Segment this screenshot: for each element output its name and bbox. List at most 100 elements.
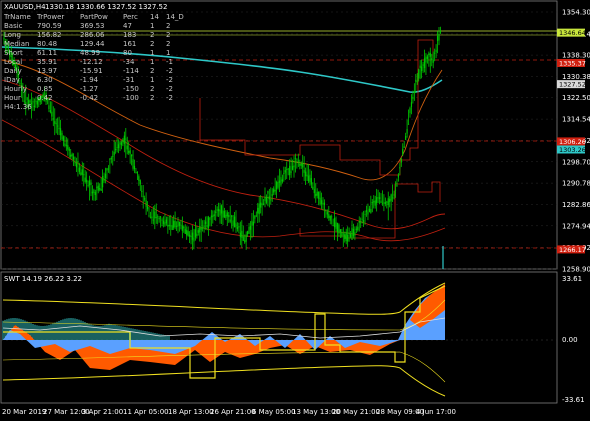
candle-body — [283, 172, 285, 174]
price-axis[interactable]: 1354.301346.141338.301330.381322.501314.… — [557, 9, 590, 274]
candle-body — [409, 107, 411, 114]
candle-body — [289, 165, 291, 176]
candle-body — [68, 148, 70, 151]
candle-body — [377, 197, 379, 199]
candle-body — [184, 228, 186, 234]
table-cell: 1 — [150, 76, 154, 84]
table-header: 14 — [150, 13, 159, 21]
candle-body — [202, 227, 204, 229]
price-tick-label: 1298.70 — [562, 158, 590, 166]
candle-body — [193, 237, 195, 242]
candle-body — [80, 172, 82, 175]
candle-body — [190, 235, 192, 238]
candle-body — [344, 234, 346, 239]
candle-body — [245, 234, 247, 242]
table-cell: 161 — [123, 40, 136, 48]
candle-body — [64, 143, 66, 146]
table-header: PartPow — [80, 13, 108, 21]
candle-body — [389, 198, 391, 202]
time-label: 18 Apr 13:00 — [168, 408, 214, 416]
candle-body — [260, 202, 262, 208]
candle-body — [142, 195, 144, 197]
candle-body — [223, 210, 225, 218]
candle-body — [84, 177, 86, 182]
candle-body — [219, 209, 221, 216]
candle-body — [83, 174, 85, 176]
table-cell: -2 — [166, 85, 173, 93]
candle-body — [174, 220, 176, 228]
table-header: TrPower — [36, 13, 64, 21]
candle-body — [133, 165, 136, 170]
candle-body — [162, 220, 165, 224]
table-cell: Long — [4, 31, 21, 39]
candle-body — [145, 200, 147, 207]
candle-body — [222, 210, 224, 218]
candle-body — [128, 150, 130, 153]
table-footer: H4:1.36 — [4, 103, 32, 111]
candle-body — [228, 215, 230, 218]
candle-body — [239, 232, 241, 238]
candle-body — [354, 232, 356, 236]
candle-body — [297, 160, 299, 162]
candle-body — [405, 136, 407, 140]
table-cell: 790.59 — [37, 22, 62, 30]
candle-body — [33, 105, 36, 108]
candle-body — [168, 224, 170, 227]
candle-body — [171, 225, 173, 231]
candle-body — [270, 199, 272, 201]
candle-body — [287, 168, 289, 170]
candle-body — [305, 171, 307, 177]
candle-body — [254, 215, 256, 219]
price-tag-label: 1266.17 — [559, 246, 586, 254]
candle-body — [52, 118, 54, 120]
table-cell: -0.42 — [80, 94, 98, 102]
candle-body — [180, 224, 182, 226]
candle-body — [326, 212, 328, 215]
candle-body — [258, 203, 260, 215]
table-cell: 183 — [123, 31, 136, 39]
candle-body — [268, 196, 270, 200]
table-cell: 2 — [150, 85, 154, 93]
candle-body — [251, 220, 253, 226]
candle-body — [428, 53, 430, 56]
candle-body — [26, 98, 28, 100]
candle-body — [322, 203, 324, 205]
candle-body — [396, 184, 398, 187]
candle-body — [329, 215, 331, 221]
table-cell: 2 — [166, 22, 170, 30]
candle-body — [242, 236, 244, 241]
candle-body — [57, 125, 59, 127]
candle-body — [151, 216, 153, 219]
candle-body — [318, 191, 320, 199]
candle-body — [393, 194, 395, 196]
price-tick-label: 1282.86 — [562, 201, 590, 209]
candle-body — [99, 187, 101, 190]
candle-body — [104, 173, 107, 178]
candle-body — [58, 127, 60, 130]
candle-body — [347, 234, 349, 242]
candle-body — [144, 198, 146, 200]
candle-body — [187, 231, 189, 236]
trading-chart[interactable]: XAUUSD,H4 1330.18 1330.66 1327.52 1327.5… — [0, 0, 590, 421]
price-tag-label: 1327.52 — [559, 81, 586, 89]
candle-body — [165, 219, 167, 224]
candle-body — [257, 207, 259, 214]
candle-body — [432, 59, 434, 63]
time-label: 4 Jun 17:00 — [416, 408, 456, 416]
table-cell: -31 — [123, 76, 134, 84]
candle-body — [112, 155, 114, 157]
candle-body — [418, 69, 420, 79]
candle-body — [249, 225, 252, 230]
candle-body — [215, 211, 217, 213]
candle-body — [139, 180, 141, 185]
candle-body — [220, 205, 223, 214]
candle-body — [178, 221, 181, 226]
candle-body — [367, 211, 369, 215]
chart-ohlc: 1330.18 1330.66 1327.52 1327.52 — [45, 3, 167, 11]
table-cell: 61.11 — [37, 49, 57, 57]
candle-body — [435, 49, 437, 53]
candle-body — [313, 189, 315, 194]
candle-body — [61, 132, 63, 140]
table-cell: Local — [4, 58, 22, 66]
candle-body — [136, 172, 138, 174]
